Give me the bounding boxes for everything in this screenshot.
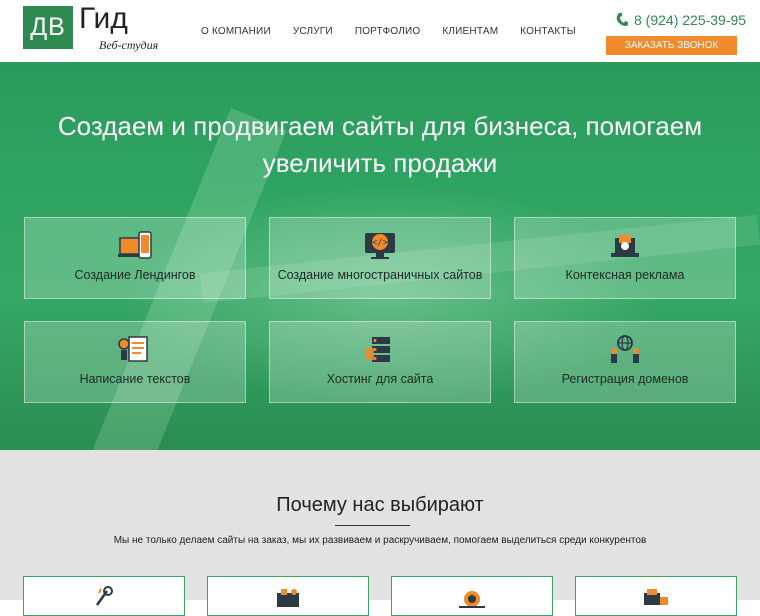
delivery-icon	[644, 589, 668, 605]
target-icon	[459, 591, 485, 608]
phone-number: 8 (924) 225-39-95	[634, 12, 747, 28]
why-subtitle: Мы не только делаем сайты на заказ, мы и…	[113, 535, 647, 546]
site-header: ДВ Гид Веб-студия О КОМПАНИИ УСЛУГИ ПОРТ…	[0, 0, 760, 64]
laptop-ads-icon	[611, 235, 639, 257]
copywriting-icon	[118, 336, 148, 362]
phone-icon	[616, 13, 628, 26]
service-card-domains[interactable]: Регистрация доменов	[514, 321, 736, 403]
main-nav: О КОМПАНИИ УСЛУГИ ПОРТФОЛИО КЛИЕНТАМ КОН…	[190, 26, 587, 37]
why-card-4	[575, 576, 737, 616]
code-monitor-icon: </>	[365, 233, 395, 259]
service-card-multipage[interactable]: </> Создание многостраничных сайтов	[269, 217, 491, 299]
nav-about[interactable]: О КОМПАНИИ	[201, 26, 271, 37]
service-label: Создание многостраничных сайтов	[277, 268, 483, 282]
logo-word: Гид	[79, 2, 128, 35]
devices-icon	[118, 231, 152, 259]
why-title: Почему нас выбирают	[276, 494, 484, 516]
logo[interactable]: ДВ Гид Веб-студия	[23, 2, 183, 54]
nav-portfolio[interactable]: ПОРТФОЛИО	[355, 26, 421, 37]
server-icon	[366, 337, 390, 362]
globe-people-icon	[611, 335, 639, 363]
service-label: Хостинг для сайта	[326, 372, 434, 386]
service-card-copywriting[interactable]: Написание текстов	[24, 321, 246, 403]
tools-icon	[95, 586, 113, 606]
why-card-3	[391, 576, 553, 616]
hero-title: Создаем и продвигаем сайты для бизнеса, …	[57, 111, 703, 178]
callback-button[interactable]: ЗАКАЗАТЬ ЗВОНОК	[606, 36, 737, 55]
service-card-context-ads[interactable]: Контексная реклама	[514, 217, 736, 299]
logo-box: ДВ	[23, 6, 73, 49]
service-label: Регистрация доменов	[561, 372, 689, 386]
nav-services[interactable]: УСЛУГИ	[293, 26, 333, 37]
service-label: Написание текстов	[79, 372, 191, 386]
service-card-landing[interactable]: Создание Лендингов	[24, 217, 246, 299]
nav-contacts[interactable]: КОНТАКТЫ	[520, 26, 576, 37]
why-section: Почему нас выбирают Мы не только делаем …	[0, 450, 760, 616]
logo-subtitle: Веб-студия	[99, 38, 159, 52]
service-label: Контексная реклама	[565, 268, 685, 282]
why-divider	[335, 525, 410, 526]
analytics-icon	[277, 589, 299, 607]
phone-block[interactable]: 8 (924) 225-39-95	[615, 12, 746, 28]
service-label: Создание Лендингов	[74, 268, 196, 282]
why-card-2	[207, 576, 369, 616]
nav-clients[interactable]: КЛИЕНТАМ	[442, 26, 498, 37]
service-card-hosting[interactable]: Хостинг для сайта	[269, 321, 491, 403]
why-card-1	[23, 576, 185, 616]
hero-section: Создаем и продвигаем сайты для бизнеса, …	[0, 64, 760, 450]
svg-text:</>: </>	[372, 238, 389, 248]
